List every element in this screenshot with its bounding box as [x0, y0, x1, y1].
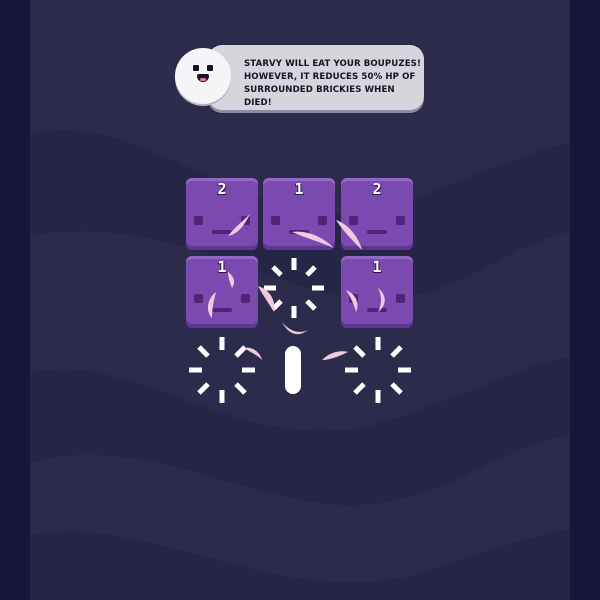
shard-icon	[258, 286, 275, 312]
shard-icon	[336, 220, 362, 250]
shard-icon	[378, 288, 385, 312]
shard-icon	[228, 272, 235, 288]
shard-icon	[207, 292, 216, 318]
shard-icon	[282, 322, 308, 335]
shard-particles	[207, 214, 385, 360]
shard-icon	[228, 214, 250, 236]
shard-icon	[346, 290, 358, 312]
shard-icon	[322, 351, 348, 360]
shard-icon	[244, 347, 262, 360]
shard-icon	[292, 231, 334, 248]
